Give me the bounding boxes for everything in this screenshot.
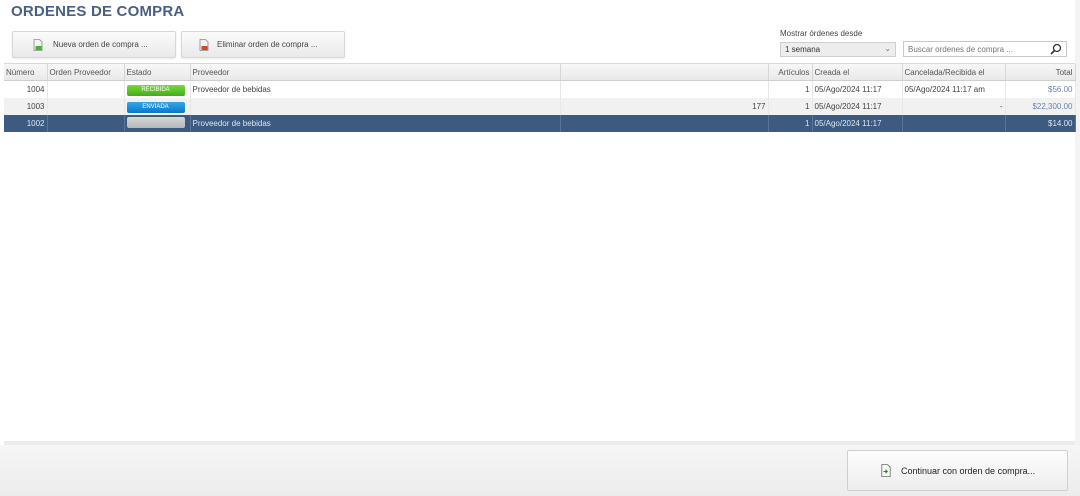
- cell-articulos: 1: [768, 80, 813, 98]
- col-header-estado[interactable]: Estado: [124, 64, 191, 81]
- cell-cancelada: 05/Ago/2024 11:17 am: [902, 80, 1006, 98]
- filter-label: Mostrar órdenes desde: [780, 29, 863, 38]
- col-header-proveedor[interactable]: Proveedor: [190, 64, 561, 81]
- document-arrow-icon: [881, 464, 891, 477]
- status-badge: RECIBIDA: [126, 84, 185, 96]
- new-order-label: Nueva orden de compra ...: [53, 40, 148, 49]
- col-header-orden-proveedor[interactable]: Orden Proveedor: [47, 64, 125, 81]
- cell-extra: [560, 115, 769, 132]
- status-badge: [126, 117, 185, 128]
- new-order-button[interactable]: Nueva orden de compra ...: [12, 31, 176, 58]
- table-row[interactable]: 1004 RECIBIDA Proveedor de bebidas 1 05/…: [4, 80, 1076, 98]
- col-header-total[interactable]: Total: [1005, 64, 1076, 81]
- cell-total: $22,300.00: [1005, 98, 1076, 115]
- continue-order-label: Continuar con orden de compra...: [901, 466, 1036, 476]
- orders-grid[interactable]: Número Orden Proveedor Estado Proveedor …: [4, 63, 1076, 442]
- cell-estado: ENVIADA: [124, 98, 191, 115]
- status-badge: ENVIADA: [126, 101, 185, 113]
- chevron-down-icon: ⌄: [884, 44, 891, 53]
- continue-order-button[interactable]: Continuar con orden de compra...: [847, 450, 1068, 491]
- col-header-creada[interactable]: Creada el: [812, 64, 903, 81]
- cell-proveedor: [190, 98, 561, 115]
- search-input[interactable]: [903, 41, 1067, 57]
- cell-creada: 05/Ago/2024 11:17: [812, 80, 903, 98]
- col-header-blank[interactable]: [560, 64, 769, 81]
- cell-numero: 1004: [4, 80, 48, 98]
- cell-numero: 1003: [4, 98, 48, 115]
- page-title: ORDENES DE COMPRA: [11, 3, 185, 20]
- cell-total: $14.00: [1005, 115, 1076, 132]
- cell-orden-proveedor: [47, 115, 125, 132]
- cell-total: $56.00: [1005, 80, 1076, 98]
- cell-creada: 05/Ago/2024 11:17: [812, 98, 903, 115]
- cell-estado: [124, 115, 191, 132]
- cell-proveedor: Proveedor de bebidas: [190, 80, 561, 98]
- new-document-icon: [33, 39, 43, 51]
- cell-articulos: 1: [768, 115, 813, 132]
- cell-proveedor: Proveedor de bebidas: [190, 115, 561, 132]
- cell-orden-proveedor: [47, 80, 125, 98]
- col-header-articulos[interactable]: Artículos: [768, 64, 813, 81]
- cell-extra: [560, 80, 769, 98]
- table-row-selected[interactable]: 1002 Proveedor de bebidas 1 05/Ago/2024 …: [4, 115, 1076, 132]
- table-header-row: Número Orden Proveedor Estado Proveedor …: [4, 64, 1076, 81]
- orders-table: Número Orden Proveedor Estado Proveedor …: [4, 64, 1076, 132]
- col-header-cancelada[interactable]: Cancelada/Recibida el: [902, 64, 1006, 81]
- cell-cancelada: -: [902, 98, 1006, 115]
- cell-articulos: 1: [768, 98, 813, 115]
- cell-estado: RECIBIDA: [124, 80, 191, 98]
- search-icon[interactable]: [1050, 43, 1062, 55]
- cell-creada: 05/Ago/2024 11:17: [812, 115, 903, 132]
- delete-document-icon: [199, 39, 209, 51]
- date-range-select[interactable]: 1 semana ⌄: [780, 42, 896, 57]
- table-row[interactable]: 1003 ENVIADA 177 1 05/Ago/2024 11:17 - $…: [4, 98, 1076, 115]
- cell-numero: 1002: [4, 115, 48, 132]
- cell-cancelada: [902, 115, 1006, 132]
- delete-order-label: Eliminar orden de compra ...: [217, 40, 318, 49]
- cell-orden-proveedor: [47, 98, 125, 115]
- cell-extra: 177: [560, 98, 769, 115]
- window-right-edge: [1075, 0, 1080, 445]
- date-range-value: 1 semana: [785, 45, 821, 54]
- delete-order-button[interactable]: Eliminar orden de compra ...: [181, 31, 345, 58]
- col-header-numero[interactable]: Número: [4, 64, 48, 81]
